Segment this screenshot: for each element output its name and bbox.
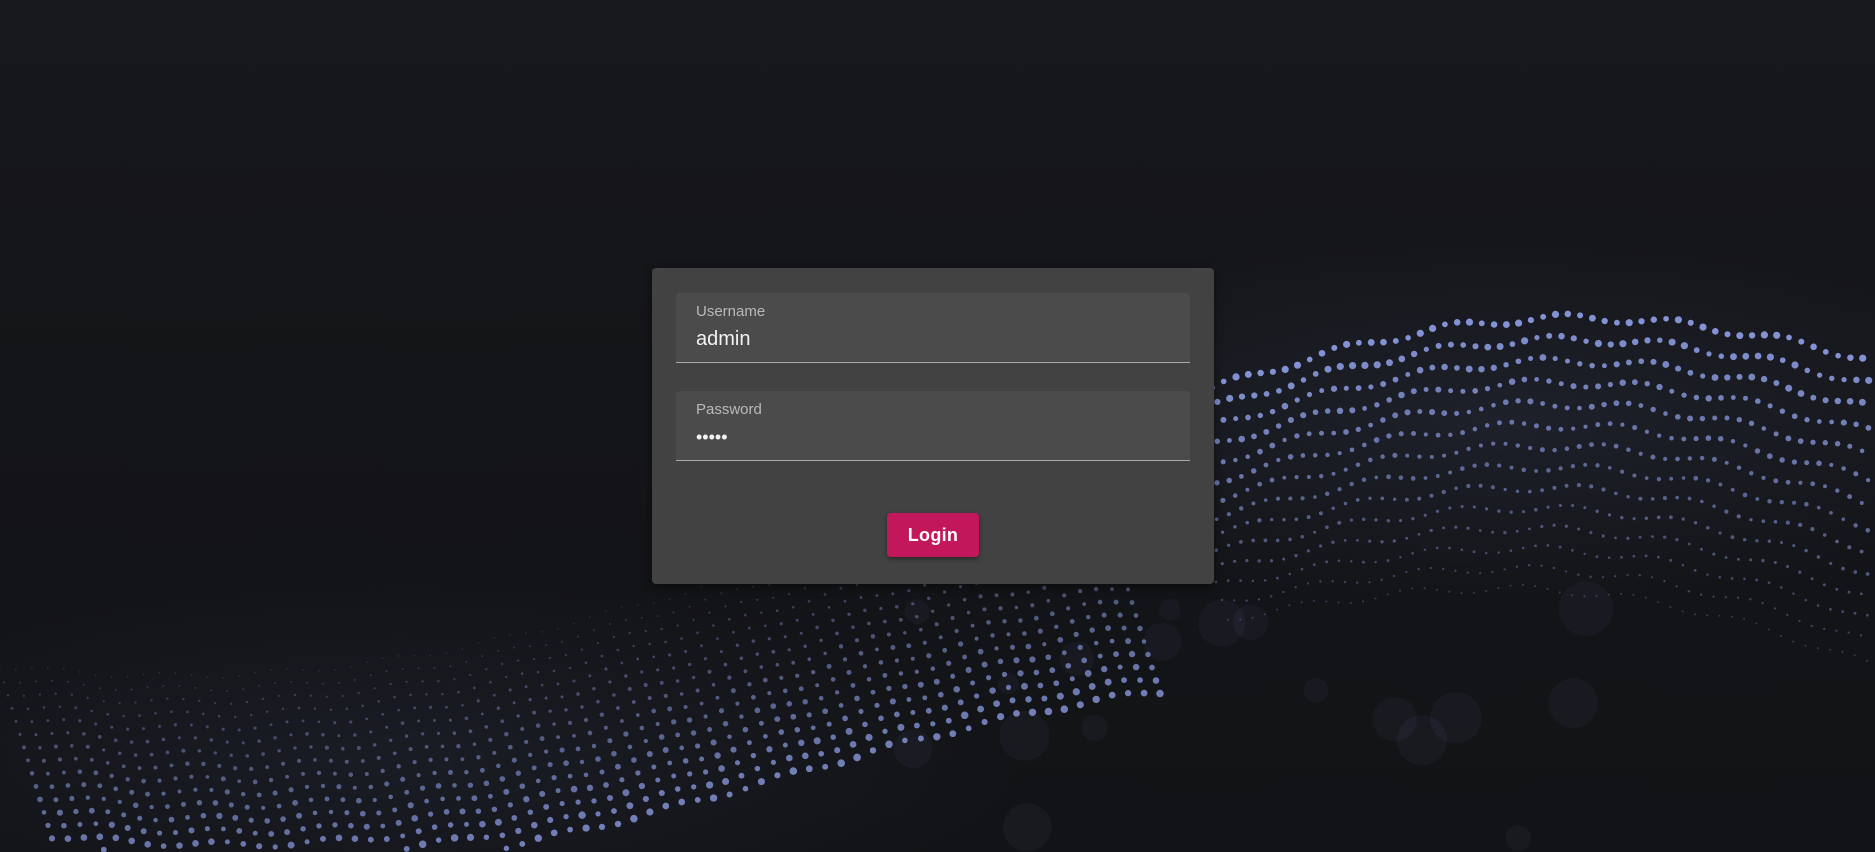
login-page: Username admin Password ••••• Login xyxy=(0,0,1875,852)
password-label: Password xyxy=(696,401,762,418)
username-input[interactable]: admin xyxy=(696,327,1170,351)
form-actions: Login xyxy=(652,513,1214,557)
login-button[interactable]: Login xyxy=(887,513,979,557)
login-card: Username admin Password ••••• Login xyxy=(652,268,1214,584)
username-label: Username xyxy=(696,303,766,320)
password-field[interactable]: Password ••••• xyxy=(676,391,1190,461)
username-field[interactable]: Username admin xyxy=(676,293,1190,363)
password-input[interactable]: ••••• xyxy=(696,425,1170,449)
